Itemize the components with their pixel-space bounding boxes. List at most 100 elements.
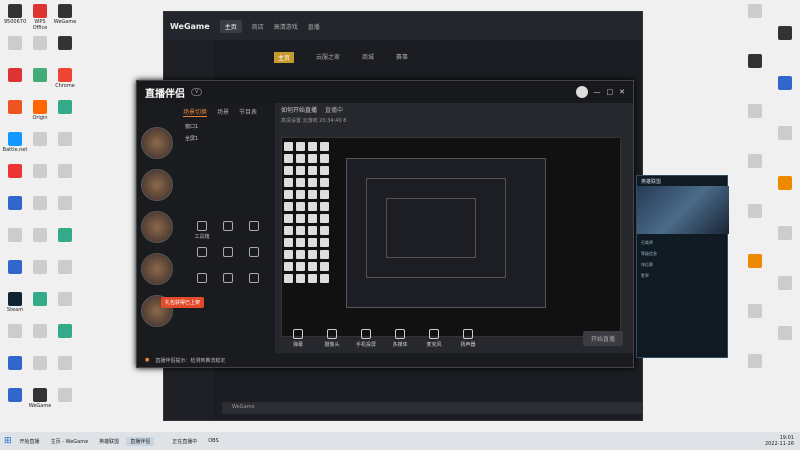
subnav-events[interactable]: 赛事 (396, 52, 408, 63)
tab-home[interactable]: 主页 (219, 19, 242, 33)
desktop-shortcut[interactable] (2, 68, 28, 96)
tool-button[interactable] (189, 247, 215, 269)
desktop-shortcut[interactable]: WPS Office (27, 4, 53, 32)
desktop-shortcut[interactable] (772, 126, 798, 154)
desktop-shortcut[interactable] (27, 164, 53, 192)
scene-row-fullscreen[interactable]: 全屏1 (185, 135, 198, 142)
desktop-shortcut[interactable] (772, 76, 798, 104)
tool-button[interactable] (241, 221, 267, 243)
desktop-shortcut[interactable] (772, 226, 798, 254)
desktop-shortcut[interactable] (52, 356, 78, 384)
hero-thumb[interactable] (141, 127, 173, 159)
desktop-shortcut[interactable] (2, 196, 28, 224)
desktop-shortcut[interactable] (27, 132, 53, 160)
desktop-shortcut[interactable] (52, 388, 78, 416)
desktop-shortcut[interactable] (27, 356, 53, 384)
taskbar-item[interactable]: 英雄联盟 (95, 437, 123, 446)
desktop-shortcut[interactable] (52, 164, 78, 192)
desktop-shortcut[interactable] (2, 324, 28, 352)
desktop-shortcut[interactable] (27, 196, 53, 224)
desktop-shortcut[interactable] (772, 176, 798, 204)
tab-program[interactable]: 节目表 (239, 107, 257, 117)
desktop-shortcut[interactable] (742, 304, 768, 332)
hero-thumb[interactable] (141, 169, 173, 201)
desktop-shortcut[interactable]: 9500670 (2, 4, 28, 32)
media-button[interactable]: 多媒体 (387, 328, 413, 348)
desktop-shortcut[interactable] (742, 254, 768, 282)
tool-button[interactable]: 工具箱 (189, 221, 215, 243)
desktop-shortcut[interactable] (2, 228, 28, 256)
windows-start-icon[interactable]: ⊞ (4, 436, 12, 446)
mic-button[interactable]: 麦克风 (421, 328, 447, 348)
subnav-home[interactable]: 主页 (274, 52, 295, 63)
desktop-shortcut[interactable] (2, 36, 28, 64)
tool-button[interactable] (189, 273, 215, 295)
subnav-cloud[interactable]: 云服之家 (316, 52, 340, 63)
desktop-shortcut[interactable] (27, 324, 53, 352)
taskbar-item[interactable]: 主页 - WeGame (47, 437, 93, 446)
desktop-shortcut[interactable] (27, 260, 53, 288)
avatar[interactable] (575, 86, 588, 98)
desktop-shortcut[interactable] (742, 354, 768, 382)
hero-thumb[interactable] (141, 211, 173, 243)
tool-button[interactable] (241, 247, 267, 269)
desktop-shortcut[interactable] (2, 388, 28, 416)
desktop-shortcut[interactable] (27, 228, 53, 256)
desktop-shortcut[interactable]: WeGame (52, 4, 78, 32)
phone-cast-button[interactable]: 手机投屏 (353, 328, 379, 348)
taskbar-item[interactable]: 直播伴侣 (126, 436, 155, 446)
wegame-search-bar[interactable]: WeGame (222, 402, 642, 414)
desktop-shortcut[interactable] (2, 356, 28, 384)
desktop-shortcut[interactable] (27, 292, 53, 320)
tab-live[interactable]: 直播 (308, 22, 320, 31)
desktop-shortcut[interactable] (742, 54, 768, 82)
desktop-shortcut[interactable] (52, 100, 78, 128)
taskbar-item[interactable]: OBS (204, 437, 222, 446)
tool-button[interactable] (215, 247, 241, 269)
promo-banner[interactable]: 礼包获得已上架 (161, 297, 205, 308)
desktop-shortcut[interactable] (52, 132, 78, 160)
desktop-shortcut[interactable] (742, 204, 768, 232)
desktop-shortcut[interactable] (52, 324, 78, 352)
desktop-shortcut[interactable] (2, 260, 28, 288)
minimize-icon[interactable]: — (594, 88, 601, 96)
start-stream-button[interactable]: 开始直播 (582, 330, 623, 346)
taskbar-item[interactable] (157, 437, 165, 446)
tab-scene-switch[interactable]: 场景切换 (183, 107, 208, 117)
maximize-icon[interactable]: □ (607, 88, 614, 96)
taskbar-item[interactable]: 开始直播 (16, 437, 44, 446)
clock[interactable]: 19:01 2022-11-26 (765, 435, 794, 447)
desktop-shortcut[interactable] (52, 228, 78, 256)
desktop-shortcut[interactable] (772, 326, 798, 354)
desktop-shortcut[interactable] (52, 36, 78, 64)
desktop-shortcut[interactable] (27, 68, 53, 96)
tab-hd-games[interactable]: 高清游戏 (274, 22, 298, 31)
tool-button[interactable] (215, 273, 241, 295)
desktop-shortcut[interactable]: Steam (2, 292, 28, 320)
desktop-shortcut[interactable]: WeGame (27, 388, 53, 416)
close-icon[interactable]: ✕ (619, 88, 625, 96)
how-to-stream-link[interactable]: 如何开始直播 (281, 107, 317, 114)
desktop-shortcut[interactable] (52, 196, 78, 224)
tool-button[interactable] (215, 221, 241, 243)
desktop-shortcut[interactable] (2, 164, 28, 192)
desktop-shortcut[interactable] (772, 276, 798, 304)
desktop-shortcut[interactable] (772, 26, 798, 54)
tool-button[interactable] (241, 273, 267, 295)
desktop-shortcut[interactable] (52, 260, 78, 288)
desktop-shortcut[interactable]: Battle.net (2, 132, 28, 160)
danmu-button[interactable]: 弹幕 (285, 328, 311, 348)
desktop-shortcut[interactable] (742, 154, 768, 182)
speaker-button[interactable]: 扬声器 (455, 328, 481, 348)
tab-store[interactable]: 商店 (252, 22, 264, 31)
desktop-shortcut[interactable] (742, 4, 768, 32)
subnav-mall[interactable]: 商城 (362, 52, 374, 63)
desktop-shortcut[interactable]: Origin (27, 100, 53, 128)
scene-row-window[interactable]: 窗口1 (185, 123, 198, 130)
tab-scene[interactable]: 场景 (217, 107, 229, 117)
desktop-shortcut[interactable] (742, 104, 768, 132)
desktop-shortcut[interactable]: Chrome (52, 68, 78, 96)
desktop-shortcut[interactable] (27, 36, 53, 64)
desktop-shortcut[interactable] (52, 292, 78, 320)
desktop-shortcut[interactable] (2, 100, 28, 128)
